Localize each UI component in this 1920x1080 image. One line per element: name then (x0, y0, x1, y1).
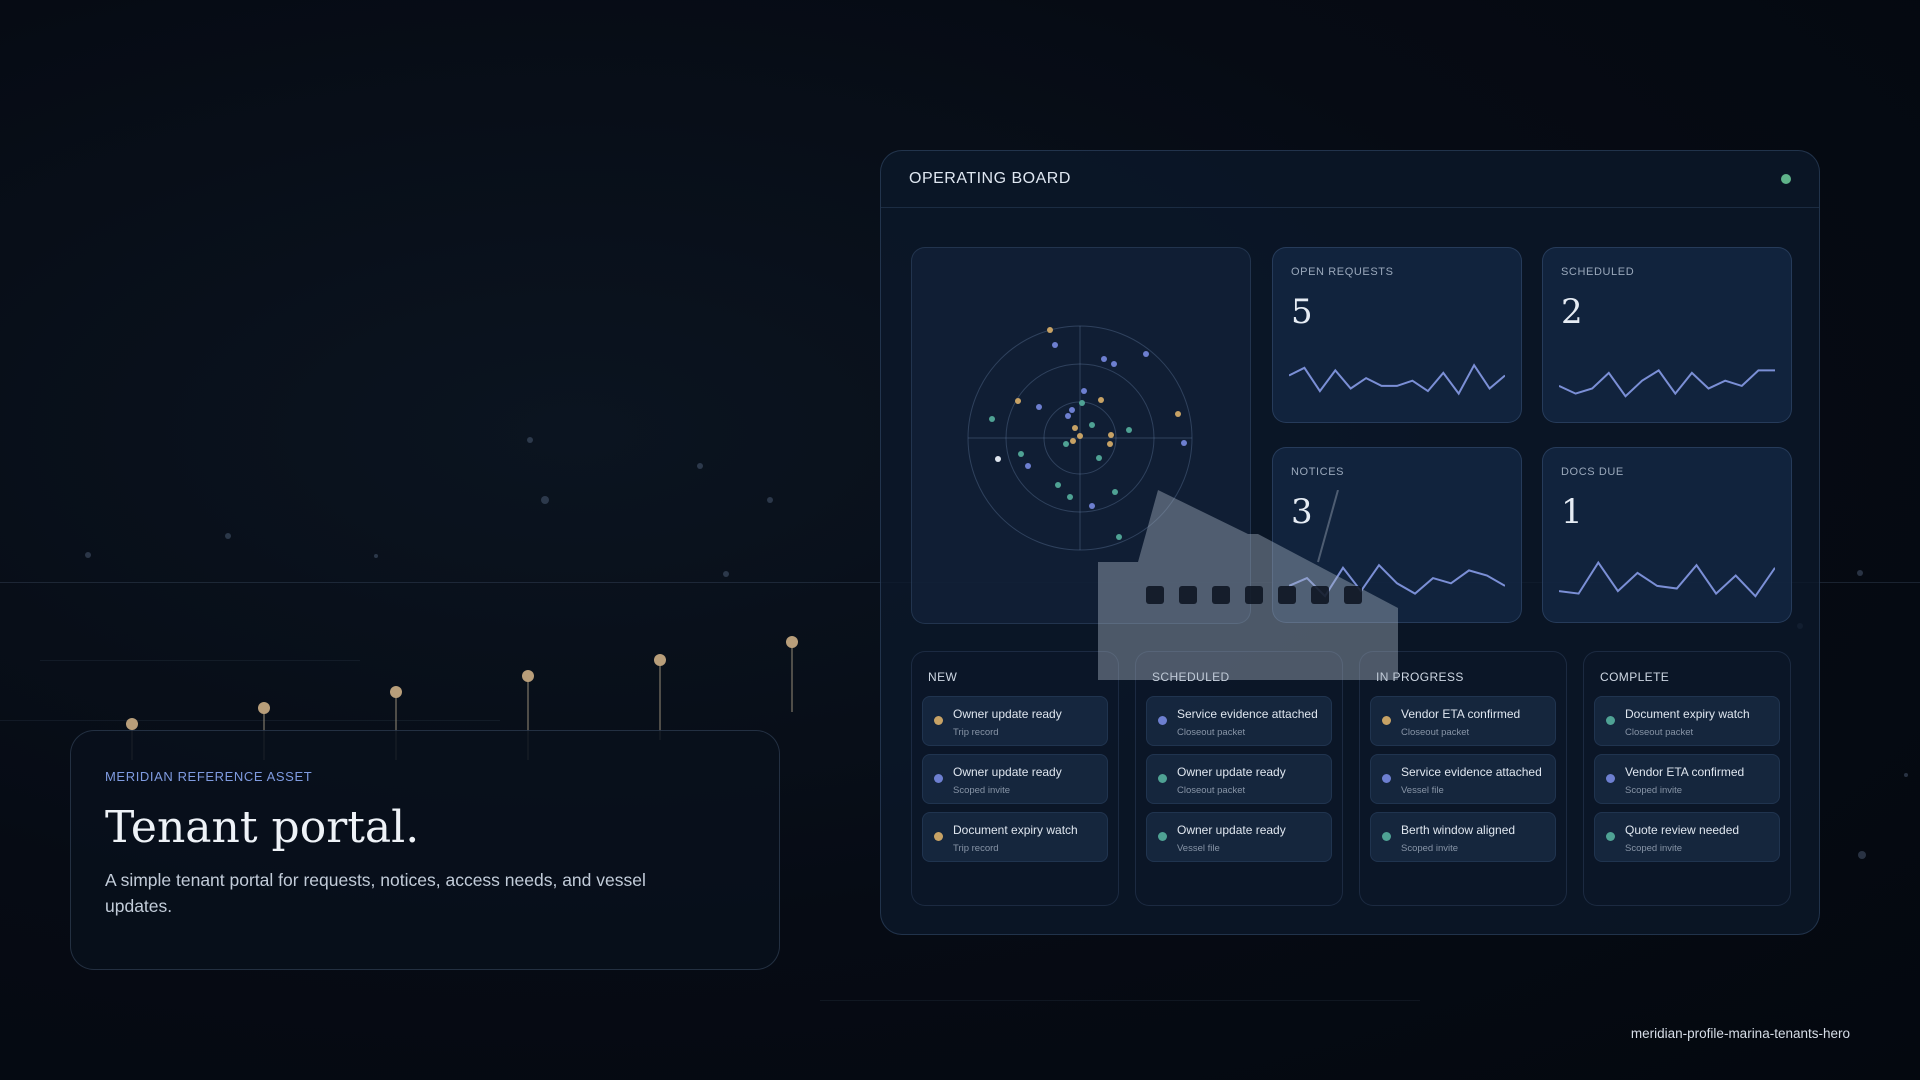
board-title: OPERATING BOARD (909, 170, 1071, 187)
metric-label: NOTICES (1291, 466, 1345, 478)
sparkline-path (1289, 563, 1505, 598)
task-title: Owner update ready (1177, 765, 1286, 779)
status-dot (1158, 832, 1167, 841)
task-subtitle: Trip record (953, 843, 999, 854)
metric-card-notices[interactable]: NOTICES 3 (1272, 447, 1522, 623)
task-subtitle: Vessel file (1177, 843, 1220, 854)
task-title: Service evidence attached (1177, 707, 1318, 721)
status-dot (1382, 716, 1391, 725)
metric-label: DOCS DUE (1561, 466, 1624, 478)
task-card[interactable]: Owner update ready Trip record (922, 696, 1108, 746)
column-scheduled: SCHEDULED Service evidence attached Close… (1135, 651, 1343, 906)
task-subtitle: Scoped invite (1625, 843, 1683, 854)
sparkline (1289, 563, 1505, 598)
hero-title: Tenant portal. (105, 802, 420, 853)
task-title: Owner update ready (953, 765, 1062, 779)
column-new: NEW Owner update ready Trip record Owner … (911, 651, 1119, 906)
sparkline (1559, 369, 1775, 398)
task-subtitle: Scoped invite (1401, 843, 1459, 854)
task-title: Owner update ready (953, 707, 1062, 721)
status-dot (934, 774, 943, 783)
task-card[interactable]: Vendor ETA confirmed Closeout packet (1370, 696, 1556, 746)
metric-value: 3 (1291, 492, 1313, 532)
column-title: SCHEDULED (1152, 670, 1230, 684)
status-dot (1606, 774, 1615, 783)
radar-chart (967, 325, 1193, 551)
status-indicator (1781, 174, 1791, 184)
board-header: OPERATING BOARD (881, 151, 1819, 208)
task-card[interactable]: Document expiry watch Trip record (922, 812, 1108, 862)
task-title: Berth window aligned (1401, 823, 1516, 837)
task-subtitle: Closeout packet (1177, 785, 1246, 796)
metric-card-docs-due[interactable]: DOCS DUE 1 (1542, 447, 1792, 623)
sparkline (1289, 363, 1505, 396)
task-title: Vendor ETA confirmed (1401, 707, 1521, 721)
hero-card: MERIDIAN REFERENCE ASSET Tenant portal. … (70, 730, 780, 970)
task-title: Document expiry watch (953, 823, 1078, 837)
status-dot (1382, 832, 1391, 841)
task-card[interactable]: Berth window aligned Scoped invite (1370, 812, 1556, 862)
task-card[interactable]: Service evidence attached Vessel file (1370, 754, 1556, 804)
task-subtitle: Closeout packet (1177, 727, 1246, 738)
status-dot (1158, 716, 1167, 725)
sparkline (1559, 560, 1775, 598)
task-card[interactable]: Service evidence attached Closeout packet (1146, 696, 1332, 746)
column-complete: COMPLETE Document expiry watch Closeout p… (1583, 651, 1791, 906)
status-dot (1382, 774, 1391, 783)
metric-label: SCHEDULED (1561, 266, 1635, 278)
hero-kicker: MERIDIAN REFERENCE ASSET (105, 769, 313, 784)
task-title: Document expiry watch (1625, 707, 1750, 721)
metric-value: 1 (1561, 492, 1583, 532)
task-subtitle: Closeout packet (1401, 727, 1470, 738)
sparkline-path (1559, 560, 1775, 598)
status-dot (934, 832, 943, 841)
task-card[interactable]: Quote review needed Scoped invite (1594, 812, 1780, 862)
metric-value: 5 (1291, 292, 1313, 332)
metric-value: 2 (1561, 292, 1583, 332)
task-subtitle: Scoped invite (953, 785, 1011, 796)
task-card[interactable]: Owner update ready Vessel file (1146, 812, 1332, 862)
status-dot (934, 716, 943, 725)
hero-description: A simple tenant portal for requests, not… (105, 870, 646, 916)
task-subtitle: Vessel file (1401, 785, 1444, 796)
metric-card-scheduled[interactable]: SCHEDULED 2 (1542, 247, 1792, 423)
task-title: Quote review needed (1625, 823, 1740, 837)
task-title: Owner update ready (1177, 823, 1286, 837)
task-card[interactable]: Owner update ready Closeout packet (1146, 754, 1332, 804)
column-in-progress: IN PROGRESS Vendor ETA confirmed Closeout… (1359, 651, 1567, 906)
status-dot (1158, 774, 1167, 783)
metric-card-open-requests[interactable]: OPEN REQUESTS 5 (1272, 247, 1522, 423)
sparkline-path (1559, 369, 1775, 398)
column-title: COMPLETE (1600, 670, 1670, 684)
asset-identifier: meridian-profile-marina-tenants-hero (1630, 1026, 1850, 1041)
status-dot (1606, 832, 1615, 841)
metric-label: OPEN REQUESTS (1291, 266, 1394, 278)
sparkline-path (1289, 363, 1505, 396)
task-card[interactable]: Document expiry watch Closeout packet (1594, 696, 1780, 746)
task-subtitle: Trip record (953, 727, 999, 738)
task-card[interactable]: Owner update ready Scoped invite (922, 754, 1108, 804)
operating-board: OPERATING BOARD OPEN REQUESTS 5 SCHEDULE… (880, 150, 1820, 935)
status-dot (1606, 716, 1615, 725)
column-title: IN PROGRESS (1376, 670, 1464, 684)
task-title: Vendor ETA confirmed (1625, 765, 1745, 779)
task-subtitle: Closeout packet (1625, 727, 1694, 738)
radar-panel (911, 247, 1251, 624)
column-title: NEW (928, 670, 958, 684)
task-subtitle: Scoped invite (1625, 785, 1683, 796)
task-title: Service evidence attached (1401, 765, 1542, 779)
task-card[interactable]: Vendor ETA confirmed Scoped invite (1594, 754, 1780, 804)
